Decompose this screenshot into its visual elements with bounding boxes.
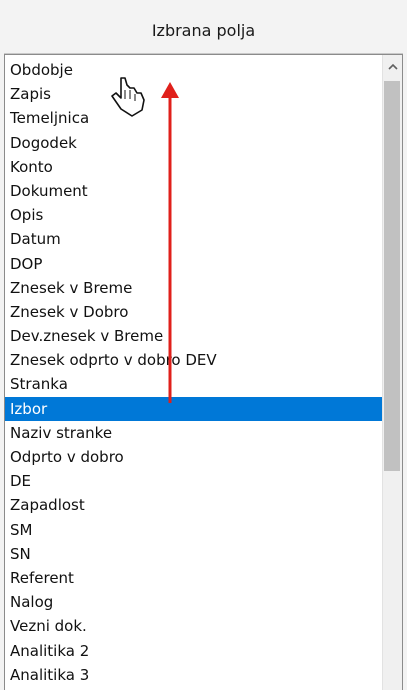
list-item[interactable]: Zapis xyxy=(5,82,383,106)
list-item[interactable]: Dogodek xyxy=(5,131,383,155)
list-item[interactable]: DE xyxy=(5,469,383,493)
list-item[interactable]: Znesek odprto v dobro DEV xyxy=(5,348,383,372)
vertical-scrollbar[interactable] xyxy=(382,55,402,690)
list-item[interactable]: Obdobje xyxy=(5,58,383,82)
list-item[interactable]: Znesek v Breme xyxy=(5,276,383,300)
scroll-up-button[interactable] xyxy=(383,55,402,77)
list-item[interactable]: SM xyxy=(5,518,383,542)
selected-fields-panel: Izbrana polja Obdobje Zapis Temeljnica Dogo… xyxy=(0,0,407,690)
list-item[interactable]: Dev.znesek v Breme xyxy=(5,324,383,348)
list-item[interactable]: DOP xyxy=(5,252,383,276)
list-item[interactable]: Analitika 2 xyxy=(5,639,383,663)
list-item[interactable]: Izbor xyxy=(5,396,383,421)
list-item[interactable]: Konto xyxy=(5,155,383,179)
list-item[interactable]: Analitika 3 xyxy=(5,663,383,687)
selected-fields-listbox[interactable]: Obdobje Zapis Temeljnica Dogodek Konto Dokume… xyxy=(4,54,403,690)
chevron-up-icon xyxy=(387,63,398,70)
list-item[interactable]: Dokument xyxy=(5,179,383,203)
list-item[interactable]: Temeljnica xyxy=(5,106,383,130)
column-header[interactable]: Izbrana polja xyxy=(4,8,403,54)
scroll-thumb[interactable] xyxy=(384,81,400,471)
list-item[interactable]: Referent xyxy=(5,566,383,590)
list-item[interactable]: Datum xyxy=(5,227,383,251)
list-item[interactable]: SN xyxy=(5,542,383,566)
list-item[interactable]: Zapadlost xyxy=(5,493,383,517)
list-item[interactable]: Vezni dok. xyxy=(5,614,383,638)
list-item[interactable]: Stranka xyxy=(5,372,383,396)
header-title: Izbrana polja xyxy=(151,21,256,40)
list-item[interactable]: Opis xyxy=(5,203,383,227)
list-item[interactable]: Naziv stranke xyxy=(5,421,383,445)
list-items: Obdobje Zapis Temeljnica Dogodek Konto Dokume… xyxy=(5,58,383,687)
list-item[interactable]: Nalog xyxy=(5,590,383,614)
list-item[interactable]: Znesek v Dobro xyxy=(5,300,383,324)
list-item[interactable]: Odprto v dobro xyxy=(5,445,383,469)
